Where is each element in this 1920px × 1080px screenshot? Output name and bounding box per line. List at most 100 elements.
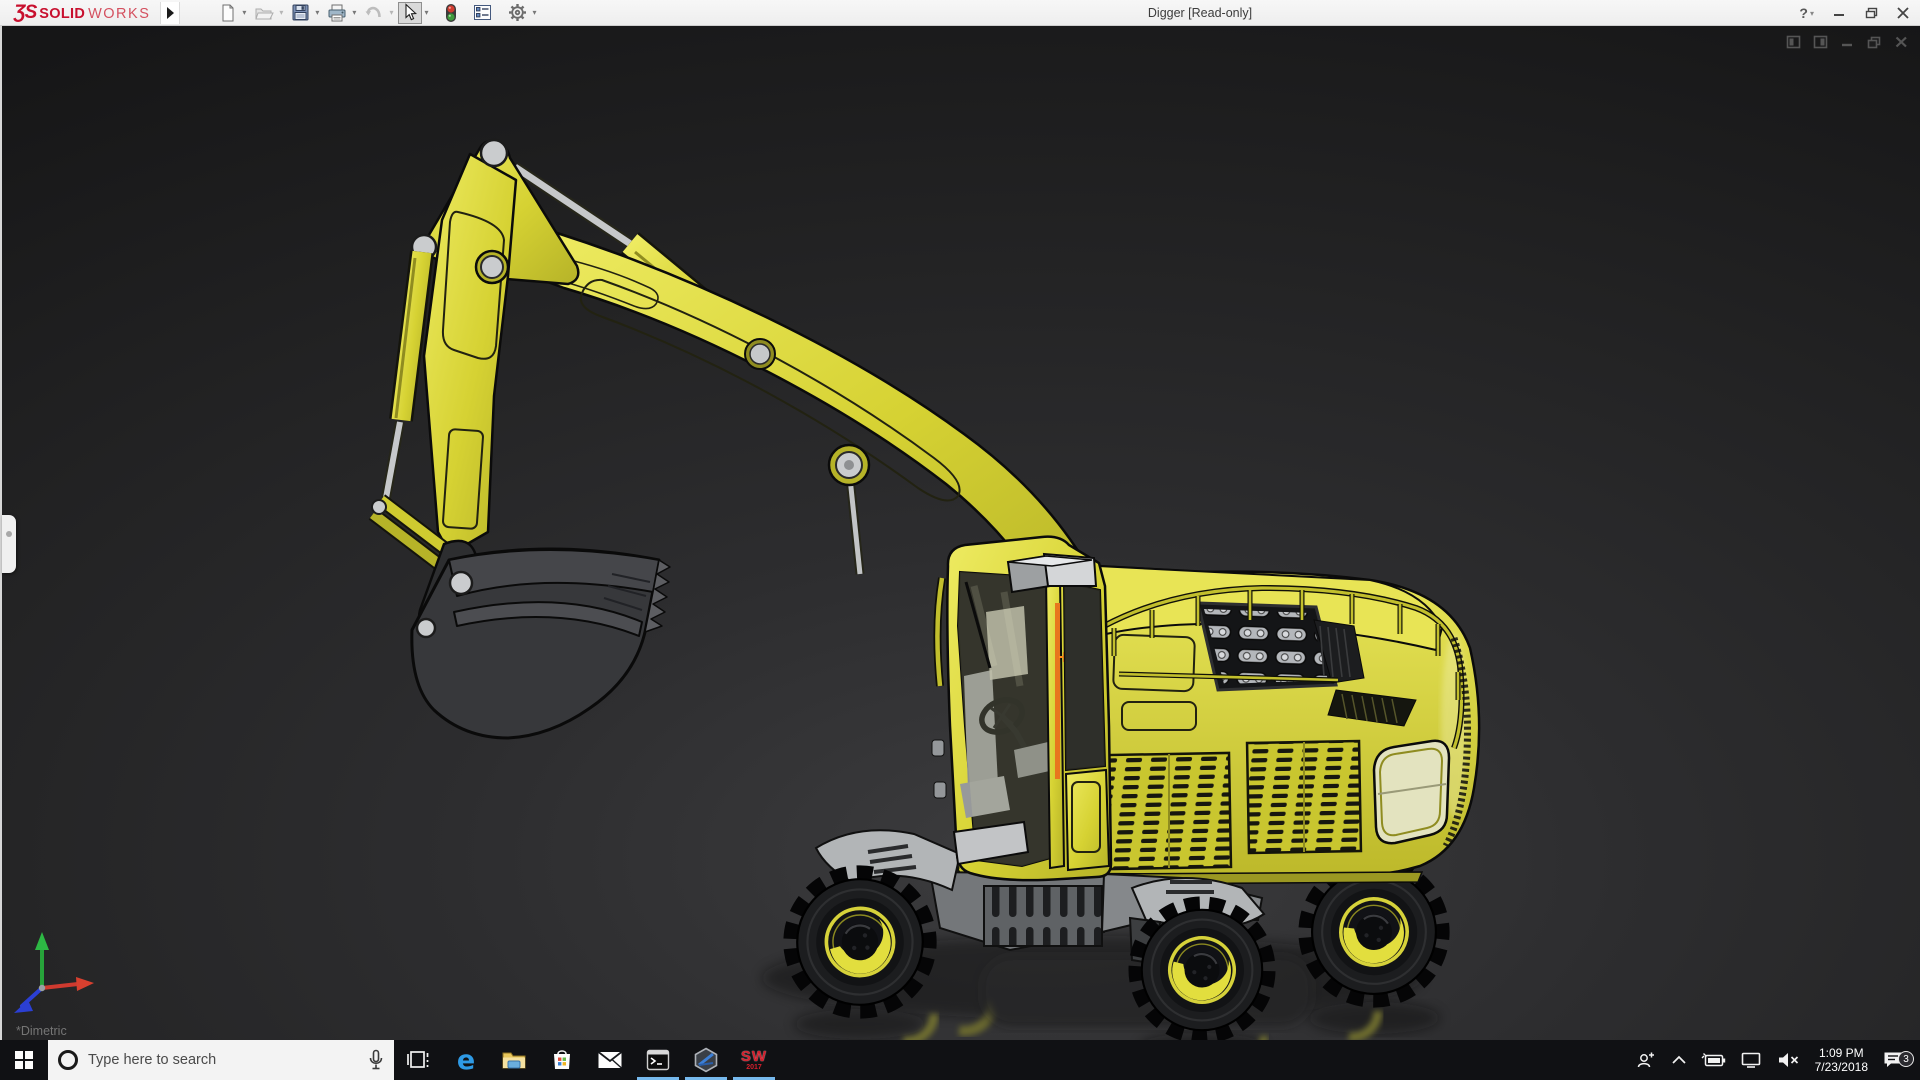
restore-button[interactable] — [1862, 3, 1880, 23]
hexagon-app-icon — [694, 1047, 718, 1073]
taskbar-apps: e SW 2017 — [394, 1040, 778, 1080]
doc-minimize-icon — [1841, 43, 1852, 47]
windows-taskbar: e SW 2017 — [0, 1040, 1920, 1080]
notification-badge: 3 — [1898, 1051, 1914, 1067]
file-explorer-icon — [502, 1052, 526, 1069]
volume-mute-icon — [1778, 1053, 1798, 1067]
select-button[interactable] — [398, 1, 423, 24]
mail-icon — [597, 1051, 623, 1069]
battery-icon — [1701, 1053, 1725, 1067]
taskbar-search[interactable] — [48, 1040, 394, 1080]
quick-access-toolbar: ▾ ▾ ▾ ▾ ▾ ▾ ▾ — [216, 1, 540, 24]
doc-restore-icon — [1867, 36, 1881, 48]
save-button[interactable] — [288, 2, 313, 24]
start-button[interactable] — [0, 1040, 48, 1080]
save-dropdown[interactable]: ▾ — [314, 8, 323, 17]
windows-logo-icon — [15, 1051, 33, 1069]
store-button[interactable] — [538, 1040, 586, 1080]
chevron-up-icon — [1672, 1055, 1686, 1064]
titlebar: ƷS SOLID WORKS ▾ ▾ ▾ ▾ ▾ ▾ ▾ Digger [Rea… — [0, 0, 1920, 26]
model-scene — [2, 26, 1920, 1040]
view-orientation-label: *Dimetric — [16, 1024, 67, 1038]
minimize-button[interactable] — [1830, 3, 1848, 23]
graphics-area[interactable]: *Dimetric — [0, 26, 1920, 1040]
tray-clock[interactable]: 1:09 PM 7/23/2018 — [1807, 1046, 1876, 1074]
pane-right-icon — [1813, 35, 1827, 49]
open-folder-icon — [255, 8, 275, 19]
window-controls: ? ▾ — [1797, 0, 1912, 26]
solidworks-2017-icon: SW 2017 — [740, 1048, 768, 1071]
action-center-button[interactable]: 3 — [1876, 1049, 1920, 1071]
solidworks-logo: ƷS SOLID WORKS — [14, 1, 151, 23]
gear-icon — [509, 4, 527, 21]
flyout-tab-dot-icon — [6, 531, 12, 537]
volume-button[interactable] — [1769, 1040, 1807, 1080]
pane-left-icon — [1786, 35, 1800, 49]
system-tray: 1:09 PM 7/23/2018 3 — [1628, 1040, 1920, 1080]
print-button[interactable] — [324, 2, 350, 24]
file-explorer-button[interactable] — [490, 1040, 538, 1080]
orientation-triad — [14, 932, 94, 1013]
doc-close-button[interactable] — [1892, 34, 1910, 50]
people-button[interactable] — [1628, 1040, 1664, 1080]
task-view-button[interactable] — [394, 1040, 442, 1080]
open-dropdown[interactable]: ▾ — [278, 8, 287, 17]
rear-window — [1372, 739, 1451, 845]
battery-button[interactable] — [1694, 1040, 1733, 1080]
roof-mirror — [1006, 552, 1098, 594]
network-icon — [1741, 1052, 1760, 1068]
edge-icon: e — [456, 1044, 476, 1076]
mail-button[interactable] — [586, 1040, 634, 1080]
undo-arrow-icon — [365, 6, 382, 17]
select-cursor-icon — [405, 3, 418, 21]
cab — [931, 535, 1113, 882]
options-dropdown[interactable]: ▾ — [531, 8, 540, 17]
tray-time: 1:09 PM — [1818, 1046, 1864, 1060]
help-dropdown-icon: ▾ — [1809, 8, 1814, 18]
open-button[interactable] — [251, 2, 277, 24]
help-button[interactable]: ? ▾ — [1797, 2, 1816, 24]
undo-button[interactable] — [361, 2, 387, 24]
search-input[interactable] — [88, 1052, 358, 1068]
edge-button[interactable]: e — [442, 1040, 490, 1080]
solidworks-2017-button[interactable]: SW 2017 — [730, 1040, 778, 1080]
command-prompt-button[interactable] — [634, 1040, 682, 1080]
selected-edge-highlight — [1055, 603, 1060, 779]
hexagon-app-button[interactable] — [682, 1040, 730, 1080]
undo-dropdown[interactable]: ▾ — [388, 8, 397, 17]
rebuild-button[interactable] — [442, 2, 460, 24]
store-icon — [554, 1050, 570, 1069]
help-icon: ? — [1799, 5, 1808, 21]
task-view-icon — [407, 1051, 429, 1068]
minimize-icon — [1834, 14, 1844, 16]
document-window-controls — [1784, 34, 1910, 50]
new-document-dropdown[interactable]: ▾ — [241, 8, 250, 17]
feature-panel-flyout-tab[interactable] — [2, 515, 16, 573]
network-button[interactable] — [1733, 1040, 1769, 1080]
options-button[interactable] — [505, 2, 530, 24]
doc-restore-button[interactable] — [1865, 34, 1883, 50]
solidworks-logo-glyph: ƷS — [14, 1, 37, 23]
print-dropdown[interactable]: ▾ — [351, 8, 360, 17]
new-document-icon — [222, 4, 234, 21]
flyout-triangle-icon — [166, 6, 174, 19]
close-button[interactable] — [1894, 3, 1912, 23]
toolbar-flyout-arrow[interactable] — [160, 1, 181, 24]
file-properties-button[interactable] — [470, 2, 495, 24]
window-title: Digger [Read-only] — [1147, 6, 1253, 20]
tray-date: 7/23/2018 — [1814, 1060, 1868, 1074]
new-document-button[interactable] — [216, 2, 240, 24]
close-icon — [1897, 7, 1909, 19]
pane-right-button[interactable] — [1811, 34, 1829, 50]
doc-close-icon — [1895, 36, 1907, 48]
tray-overflow-button[interactable] — [1664, 1040, 1694, 1080]
doc-minimize-button[interactable] — [1838, 34, 1856, 50]
pane-left-button[interactable] — [1784, 34, 1802, 50]
traffic-light-icon — [446, 3, 457, 22]
people-icon — [1637, 1052, 1654, 1068]
select-dropdown[interactable]: ▾ — [423, 8, 432, 17]
microphone-icon[interactable] — [368, 1049, 384, 1071]
properties-list-icon — [474, 5, 492, 20]
screen: ƷS SOLID WORKS ▾ ▾ ▾ ▾ ▾ ▾ ▾ Digger [Rea… — [0, 0, 1920, 1080]
restore-icon — [1865, 7, 1877, 19]
